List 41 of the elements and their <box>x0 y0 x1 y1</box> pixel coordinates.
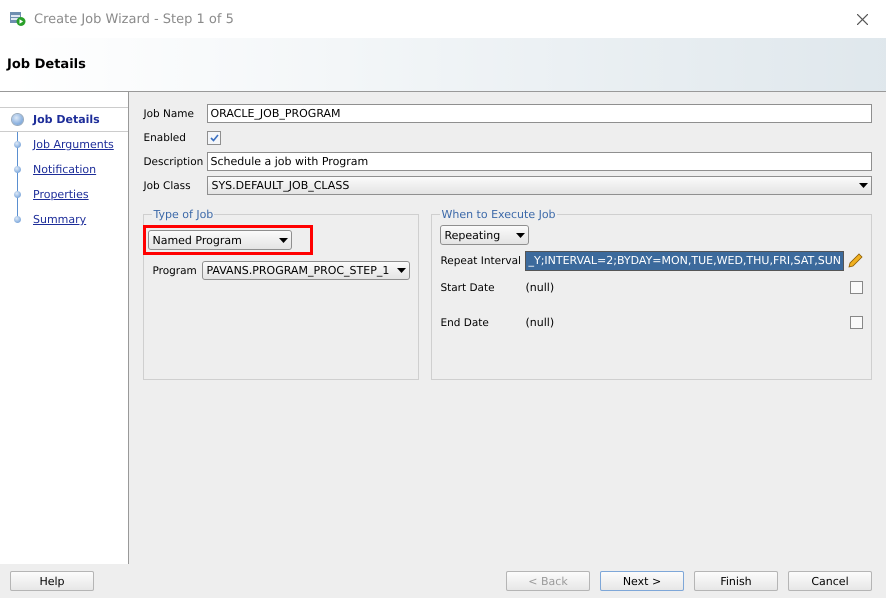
date-value: (null) <box>525 316 556 329</box>
wizard-button[interactable]: Next > <box>600 571 684 591</box>
step-link[interactable]: Job Arguments <box>0 132 128 157</box>
step-link[interactable]: Notification <box>0 157 128 182</box>
field-label: Program <box>152 264 198 276</box>
field-label: Start Date <box>440 282 496 294</box>
wizard-button[interactable]: Help <box>10 571 94 591</box>
job-type-dropdown[interactable]: Named Program <box>148 230 292 250</box>
page-title: Job Details <box>7 57 86 72</box>
group-title: Type of Job <box>152 208 214 221</box>
step-link[interactable]: Job Details <box>0 107 128 132</box>
caret-icon <box>397 268 406 273</box>
repeat-interval-field[interactable]: _Y;INTERVAL=2;BYDAY=MON,TUE,WED,THU,FRI,SAT,SUN <box>525 250 844 270</box>
date-checkbox[interactable] <box>850 316 863 329</box>
window-title: Create Job Wizard - Step 1 of 5 <box>34 12 235 26</box>
wizard-button[interactable]: Finish <box>694 571 778 591</box>
field-label: Repeat Interval <box>440 254 522 266</box>
job-name-field[interactable]: ORACLE_JOB_PROGRAM <box>207 104 872 123</box>
program-dropdown[interactable]: PAVANS.PROGRAM_PROC_STEP_1 <box>202 261 410 280</box>
field-label: End Date <box>440 316 490 328</box>
field-label: Description <box>143 156 204 168</box>
caret-icon <box>859 183 868 188</box>
caret-icon <box>279 238 288 242</box>
description-field[interactable]: Schedule a job with Program <box>207 152 872 171</box>
pencil-icon[interactable] <box>847 252 863 268</box>
field-label: Enabled <box>143 132 187 144</box>
check-icon <box>210 134 219 142</box>
group-title: When to Execute Job <box>440 208 557 221</box>
step-link[interactable]: Summary <box>0 207 128 232</box>
date-checkbox[interactable] <box>850 281 863 294</box>
date-value: (null) <box>525 281 556 294</box>
enabled-checkbox[interactable] <box>207 130 222 144</box>
schedule-mode-dropdown[interactable]: Repeating <box>440 225 530 245</box>
wizard-button[interactable]: Cancel <box>788 571 872 591</box>
app-icon <box>10 12 26 26</box>
field-label: Job Class <box>143 180 192 192</box>
job-class-dropdown[interactable]: SYS.DEFAULT_JOB_CLASS <box>207 176 872 195</box>
field-label: Job Name <box>143 108 195 120</box>
close-icon[interactable] <box>857 14 868 24</box>
caret-icon <box>516 232 526 238</box>
step-link[interactable]: Properties <box>0 182 128 207</box>
